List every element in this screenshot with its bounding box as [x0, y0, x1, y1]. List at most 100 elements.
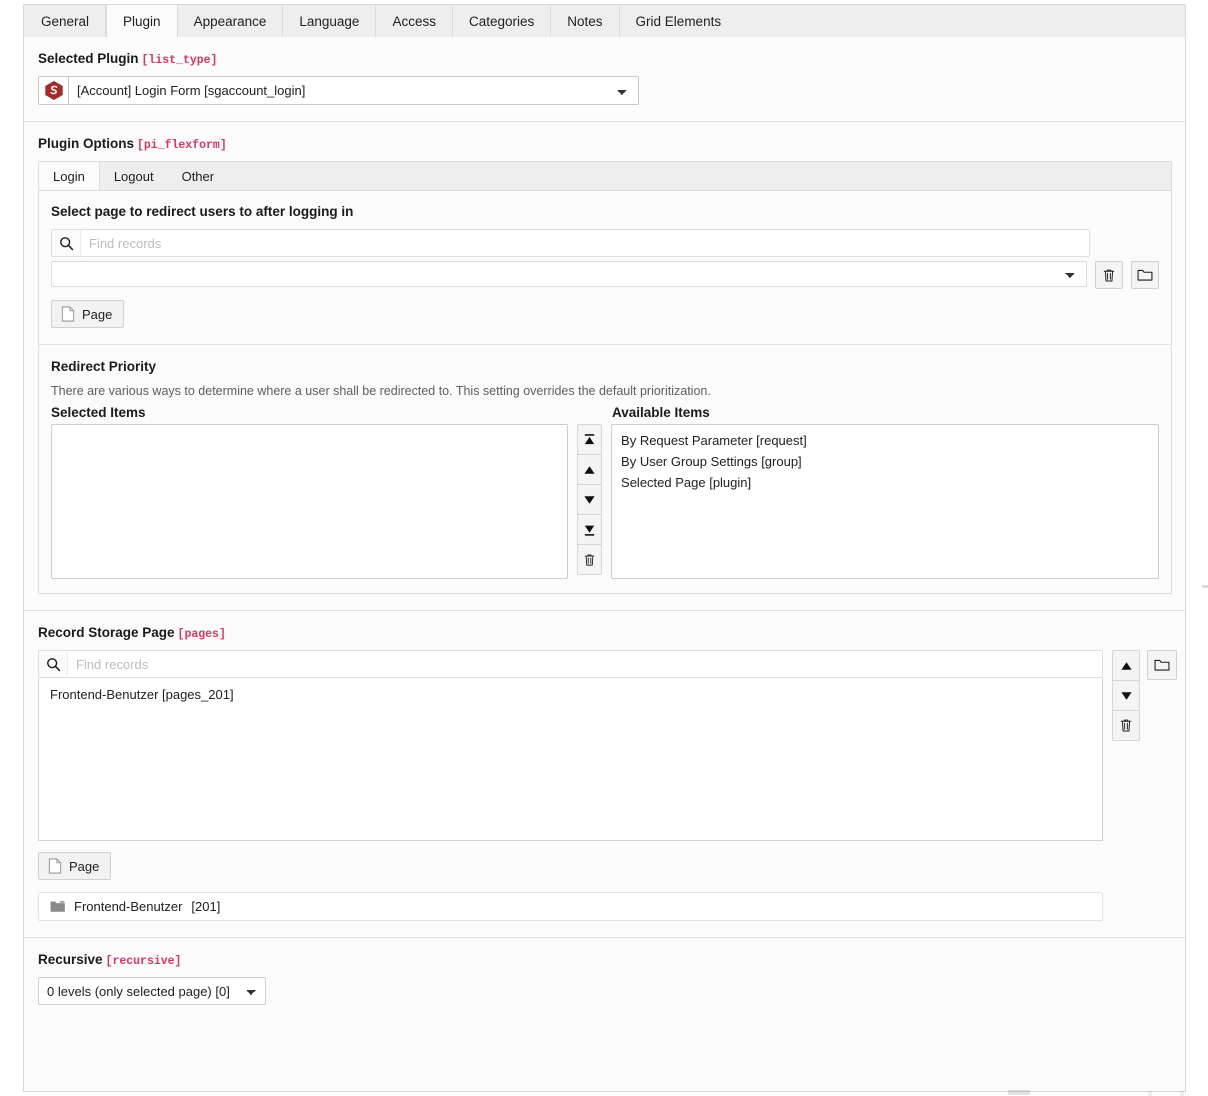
field-code-tag: [pages] [178, 628, 226, 641]
available-items-listbox[interactable]: By Request Parameter [request] By User G… [611, 424, 1159, 579]
tab-appearance[interactable]: Appearance [178, 5, 284, 37]
record-storage-page-label: Record Storage Page[pages] [38, 625, 1171, 641]
trash-icon [583, 553, 596, 567]
list-item[interactable]: By Request Parameter [request] [612, 430, 1158, 451]
redirect-page-label: Select page to redirect users to after l… [51, 204, 1159, 219]
field-code-tag: [recursive] [106, 955, 182, 968]
redirect-page-select-row [51, 261, 1159, 289]
remove-selected-button[interactable] [577, 544, 602, 575]
flexform-tab-login[interactable]: Login [39, 162, 100, 190]
tab-categories[interactable]: Categories [453, 5, 551, 37]
selected-items-listbox[interactable] [51, 424, 568, 579]
redirect-page-browse-button[interactable] [1131, 261, 1159, 289]
redirect-page-add-page-button[interactable]: Page [51, 300, 124, 328]
add-page-button-label: Page [82, 307, 112, 322]
record-storage-listbox[interactable]: Frontend-Benutzer [pages_201] [38, 678, 1103, 841]
record-storage-search-row [38, 650, 1103, 678]
label-text: Selected Plugin [38, 51, 139, 66]
dual-list-widget: By Request Parameter [request] By User G… [51, 424, 1159, 579]
move-up-button[interactable] [577, 454, 602, 485]
recursive-select[interactable]: 0 levels (only selected page) [0] [38, 977, 266, 1005]
record-storage-browse-button[interactable] [1147, 650, 1177, 680]
plugin-hexagon-icon [44, 80, 64, 101]
label-text: Plugin Options [38, 136, 134, 151]
tab-label: Grid Elements [636, 14, 722, 29]
tab-general[interactable]: General [24, 5, 106, 37]
flexform-tab-other[interactable]: Other [168, 162, 229, 190]
selected-plugin-select[interactable]: [Account] Login Form [sgaccount_login] [68, 76, 639, 105]
redirect-page-group: Select page to redirect users to after l… [51, 204, 1159, 328]
move-down-icon [1120, 690, 1133, 702]
flexform-tab-bar: Login Logout Other [38, 161, 1172, 190]
tab-grid-elements[interactable]: Grid Elements [620, 5, 738, 37]
record-storage-move-down-button[interactable] [1112, 680, 1140, 711]
selected-plugin-label: Selected Plugin[list_type] [38, 51, 1171, 67]
flexform-tab-logout[interactable]: Logout [100, 162, 168, 190]
move-down-button[interactable] [577, 484, 602, 515]
redirect-page-select[interactable] [51, 261, 1087, 287]
label-text: Record Storage Page [38, 625, 175, 640]
recursive-label: Recursive[recursive] [38, 952, 1171, 968]
folder-icon [50, 900, 65, 913]
record-storage-page-section: Record Storage Page[pages] Frontend-Benu… [24, 611, 1185, 938]
field-code-tag: [pi_flexform] [137, 139, 227, 152]
record-uid: [201] [191, 899, 220, 914]
tab-label: Access [392, 14, 436, 29]
redirect-priority-label: Redirect Priority [51, 359, 1159, 374]
viewport-edge-marker [1202, 585, 1208, 588]
move-to-top-button[interactable] [577, 424, 602, 455]
add-page-button-label: Page [69, 859, 99, 874]
tab-label: Categories [469, 14, 534, 29]
dual-list-headers: Selected Items Available Items [51, 405, 1161, 420]
record-storage-selected-record[interactable]: Frontend-Benutzer [201] [38, 892, 1103, 921]
trash-icon [1119, 718, 1133, 733]
folder-icon [1137, 268, 1153, 282]
dual-list-controls [577, 424, 602, 575]
list-item[interactable]: By User Group Settings [group] [612, 451, 1158, 472]
field-code-tag: [list_type] [142, 54, 218, 67]
plugin-tab-panel: Selected Plugin[list_type] [Account] Log… [23, 37, 1186, 1092]
record-storage-search-input[interactable] [68, 650, 1103, 678]
record-storage-delete-button[interactable] [1112, 710, 1140, 741]
record-tab-bar: General Plugin Appearance Language Acces… [23, 4, 1186, 38]
redirect-priority-group: Redirect Priority There are various ways… [39, 344, 1171, 579]
recursive-section: Recursive[recursive] 0 levels (only sele… [24, 938, 1185, 1021]
move-down-icon [583, 494, 596, 506]
redirect-page-search-input[interactable] [81, 229, 1090, 257]
record-storage-main: Frontend-Benutzer [pages_201] [38, 650, 1103, 841]
record-storage-add-page-button[interactable]: Page [38, 852, 111, 880]
tab-label: Plugin [123, 14, 161, 29]
search-glyph [46, 657, 61, 672]
move-to-bottom-button[interactable] [577, 514, 602, 545]
ghost-shape [1148, 1091, 1152, 1096]
tab-label: Other [182, 169, 215, 184]
record-storage-widget: Frontend-Benutzer [pages_201] [38, 650, 1171, 841]
label-text: Recursive [38, 952, 103, 967]
tab-language[interactable]: Language [283, 5, 376, 37]
selected-items-header: Selected Items [51, 405, 146, 420]
move-to-bottom-icon [583, 523, 596, 537]
plugin-options-label: Plugin Options[pi_flexform] [38, 136, 1171, 152]
search-icon [38, 650, 68, 678]
plugin-options-section: Plugin Options[pi_flexform] Login Logout… [24, 122, 1185, 611]
search-icon [51, 229, 81, 257]
list-item[interactable]: Frontend-Benutzer [pages_201] [39, 684, 1102, 706]
redirect-page-search-row [51, 229, 1090, 257]
tab-label: Login [53, 169, 85, 184]
redirect-page-delete-button[interactable] [1095, 261, 1123, 289]
tab-notes[interactable]: Notes [551, 5, 619, 37]
tab-plugin[interactable]: Plugin [106, 5, 178, 38]
list-item[interactable]: Selected Page [plugin] [612, 472, 1158, 493]
page-icon [48, 858, 62, 874]
tab-access[interactable]: Access [376, 5, 453, 37]
selected-plugin-row: [Account] Login Form [sgaccount_login] [38, 76, 639, 105]
record-title: Frontend-Benutzer [74, 899, 182, 914]
move-up-icon [583, 464, 596, 476]
record-storage-button-stack [1112, 650, 1140, 741]
flexform-login-pane: Select page to redirect users to after l… [38, 190, 1172, 594]
available-items-header: Available Items [612, 405, 1161, 420]
tab-label: Logout [114, 169, 154, 184]
record-storage-move-up-button[interactable] [1112, 650, 1140, 681]
page-icon [61, 306, 75, 322]
tab-label: Language [299, 14, 359, 29]
